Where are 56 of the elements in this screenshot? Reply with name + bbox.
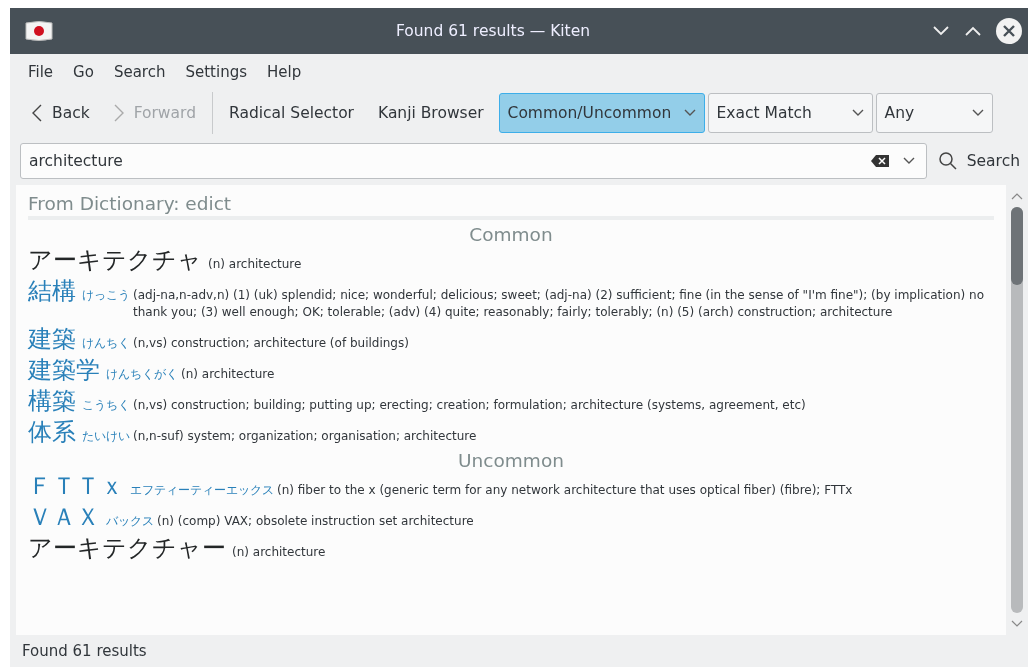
word-link[interactable]: ＦＴＴｘ [28, 473, 124, 499]
menu-item[interactable]: Help [257, 61, 312, 89]
menu-item[interactable]: Go [63, 61, 104, 89]
word-link[interactable]: 体系 [28, 419, 76, 445]
dropdown[interactable]: Exact Match [707, 93, 873, 133]
chevron-left-icon [32, 104, 42, 122]
definition: (n) architecture [208, 256, 303, 273]
definition: (adj-na,n-adv,n) (1) (uk) splendid; nice; wonderful; delicious; sweet; (adj-na) (2) sufficient; fine (in the sense of "I'm fine"); (by implication) no thank you; (3) well enough; OK; tolerable; (adv) (4) quite; reasonably; fairly; tolerably; (n) (5) (arch) construction; architecture [133, 287, 985, 321]
reading: バックス [106, 513, 154, 530]
reading: けんちく [82, 335, 130, 352]
definition: (n) fiber to the x (generic term for any network architecture that uses optical fiber) (fibre); FTTx [277, 482, 854, 499]
toolbar-button[interactable]: Kanji Browser [366, 98, 496, 128]
search-button[interactable]: Search [936, 152, 1028, 170]
search-field[interactable]: architecture [20, 143, 927, 179]
definition: (n,vs) construction; building; putting up; erecting; creation; formulation; architecture (systems, agreement, etc) [133, 397, 807, 414]
caret-icon [971, 109, 984, 117]
menu-item[interactable]: Search [103, 61, 176, 89]
toolbar-button[interactable]: Radical Selector [217, 98, 366, 128]
reading: こうちく [82, 397, 130, 414]
definition: (n) architecture [232, 544, 327, 561]
close-icon[interactable] [996, 18, 1022, 44]
reading: けんちくがく [106, 366, 178, 383]
flag-icon [24, 20, 54, 42]
definition: (n,vs) construction; architecture (of buildings) [133, 335, 410, 352]
chevron-right-icon [113, 104, 124, 122]
caret-icon [902, 157, 915, 165]
reading: けっこう [82, 287, 130, 304]
definition: (n) (comp) VAX; obsolete instruction set architecture [157, 513, 475, 530]
word-link[interactable]: 構築 [28, 388, 76, 414]
menu-item[interactable]: File [18, 61, 64, 89]
minimize-icon[interactable] [932, 25, 950, 37]
dictionary-heading: From Dictionary: edict [28, 193, 994, 220]
word-link[interactable]: 建築 [28, 326, 76, 352]
dropdown[interactable]: Any [875, 93, 993, 133]
headword: アーキテクチャ [28, 247, 202, 273]
word-link[interactable]: ＶＡＸ [28, 504, 100, 530]
caret-icon [683, 109, 696, 117]
definition: (n) architecture [181, 366, 276, 383]
menu-item[interactable]: Settings [175, 61, 257, 89]
search-icon [938, 152, 957, 170]
scroll-thumb[interactable] [1011, 207, 1023, 285]
reading: たいけい [82, 428, 130, 445]
definition: (n,n-suf) system; organization; organisation; architecture [133, 428, 478, 445]
word-link[interactable]: 結構 [28, 278, 76, 304]
section-heading: Uncommon [457, 450, 565, 471]
clear-icon [870, 155, 889, 167]
reading: エフティーティーエックス [130, 482, 274, 499]
maximize-icon[interactable] [964, 25, 982, 37]
back-button[interactable]: Back [20, 98, 102, 128]
headword: アーキテクチャー [28, 535, 226, 561]
section-heading: Common [468, 224, 554, 245]
word-link[interactable]: 建築学 [28, 357, 100, 383]
dropdown[interactable]: Common/Uncommon [498, 93, 705, 133]
caret-icon [851, 109, 864, 117]
status-text: Found 61 results [22, 642, 147, 660]
window-title: Found 61 results — Kiten [394, 22, 592, 40]
